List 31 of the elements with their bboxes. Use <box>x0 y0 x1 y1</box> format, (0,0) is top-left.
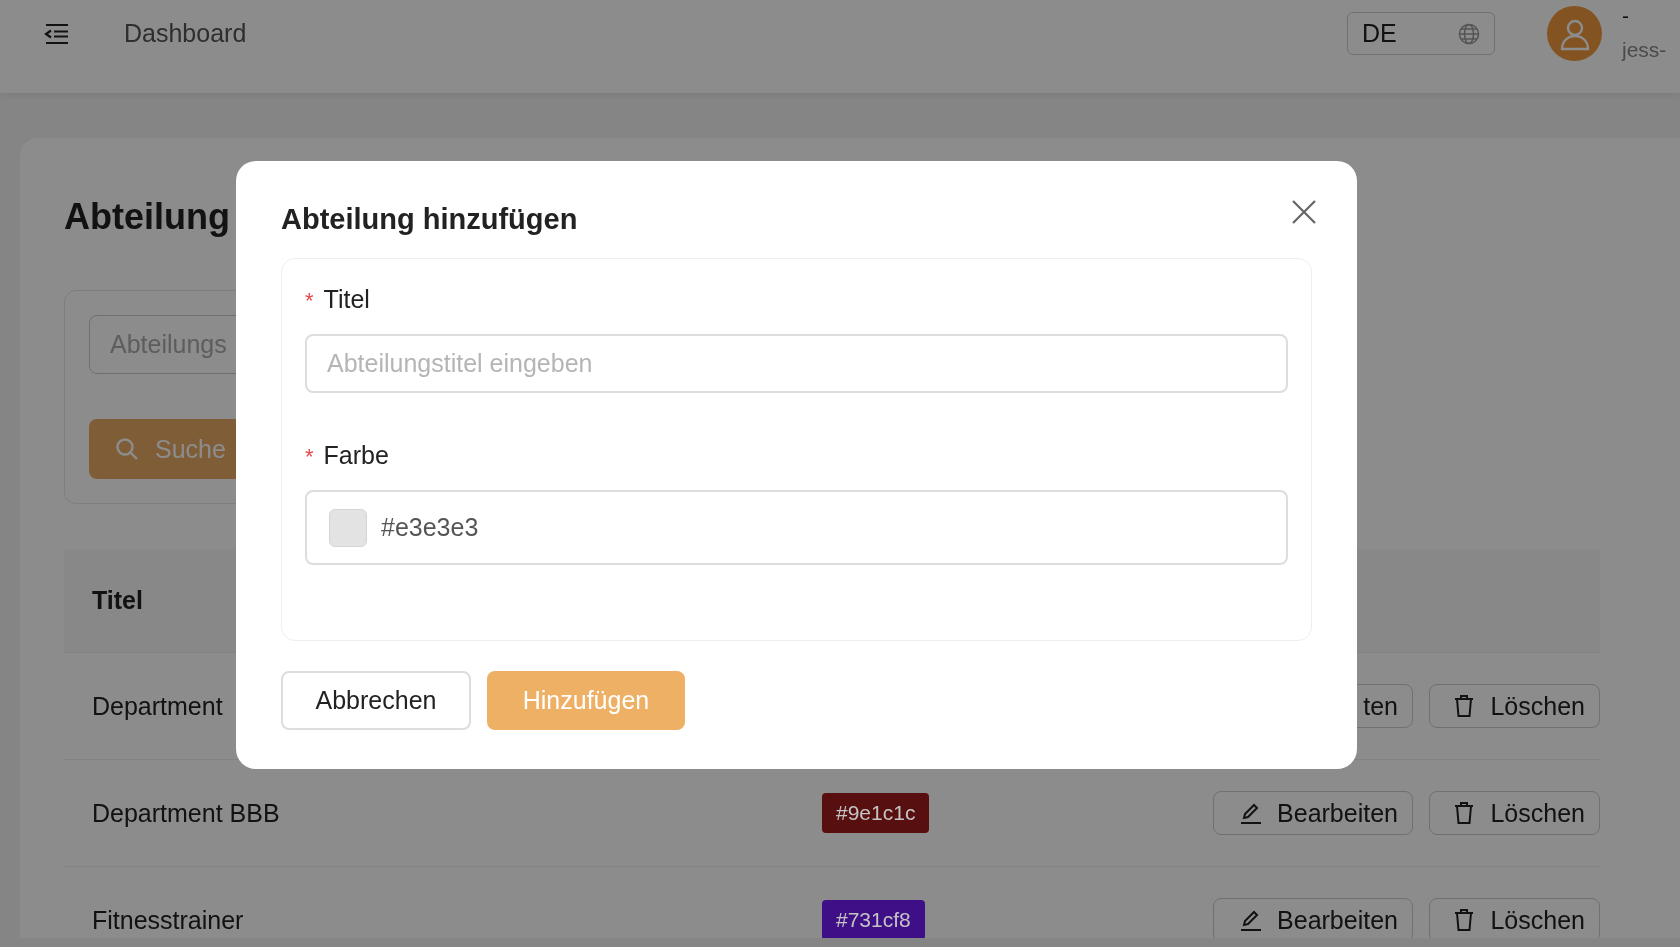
edit-button[interactable]: Bearbeiten <box>1213 898 1413 938</box>
table-cell: Department <box>92 691 223 721</box>
required-mark: * <box>305 288 314 314</box>
user-name: - <box>1622 4 1630 28</box>
edit-button[interactable]: Bearbeiten <box>1213 791 1413 835</box>
page-heading: Abteilung <box>64 196 230 238</box>
pencil-icon <box>1239 908 1264 932</box>
table-cell: Department BBB <box>92 798 280 828</box>
color-swatch[interactable] <box>329 508 367 547</box>
cancel-button[interactable]: Abbrechen <box>281 671 471 730</box>
page-title: Dashboard <box>124 18 248 49</box>
title-input-field[interactable]: Abteilungstitel eingeben <box>305 334 1288 393</box>
color-field[interactable]: #e3e3e3 <box>305 490 1288 565</box>
required-mark: * <box>305 444 314 470</box>
globe-icon <box>1458 22 1480 45</box>
menu-icon[interactable] <box>44 23 70 45</box>
search-icon <box>115 437 139 461</box>
user-email: jess- <box>1622 38 1668 62</box>
pencil-icon <box>1239 801 1264 825</box>
color-tag: #731cf8 <box>822 900 925 938</box>
field-label: Farbe <box>323 441 389 470</box>
language-select[interactable]: DE <box>1347 12 1495 55</box>
field-label: Titel <box>323 285 370 314</box>
delete-button[interactable]: Löschen <box>1429 898 1600 938</box>
dialog-title: Abteilung hinzufügen <box>281 203 578 236</box>
delete-button[interactable]: Löschen <box>1429 684 1600 728</box>
color-tag: #9e1c1c <box>822 793 930 833</box>
table-cell: Fitnesstrainer <box>92 905 244 935</box>
column-header: Titel <box>92 586 143 615</box>
close-icon[interactable] <box>1291 199 1317 225</box>
delete-button[interactable]: Löschen <box>1429 791 1600 835</box>
